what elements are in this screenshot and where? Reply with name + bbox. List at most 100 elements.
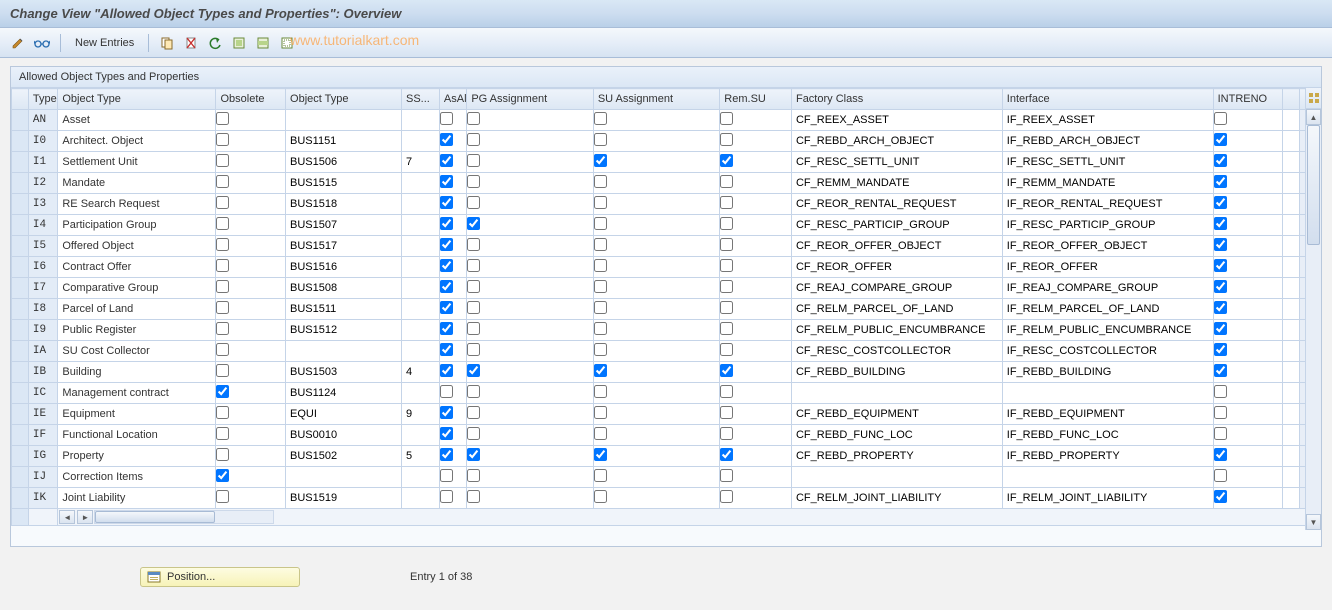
- pg-assignment-checkbox[interactable]: [467, 133, 480, 146]
- bus-type-input[interactable]: [286, 110, 401, 130]
- interface-input[interactable]: [1003, 194, 1213, 214]
- remsu-checkbox[interactable]: [720, 112, 733, 125]
- interface-cell[interactable]: [1002, 110, 1213, 131]
- ss-input[interactable]: [402, 362, 439, 382]
- select-all-icon[interactable]: [229, 33, 249, 53]
- row-selector[interactable]: [12, 194, 29, 215]
- factory-class-input[interactable]: [792, 131, 1002, 151]
- obsolete-checkbox[interactable]: [216, 154, 229, 167]
- obsolete-checkbox[interactable]: [216, 364, 229, 377]
- remsu-checkbox[interactable]: [720, 301, 733, 314]
- su-assignment-checkbox[interactable]: [594, 469, 607, 482]
- su-assignment-checkbox[interactable]: [594, 343, 607, 356]
- remsu-checkbox[interactable]: [720, 154, 733, 167]
- row-selector[interactable]: [12, 299, 29, 320]
- obsolete-checkbox[interactable]: [216, 175, 229, 188]
- su-assignment-checkbox[interactable]: [594, 133, 607, 146]
- factory-class-cell[interactable]: [791, 404, 1002, 425]
- column-header-obsolete[interactable]: Obsolete: [216, 89, 286, 110]
- factory-class-input[interactable]: [792, 257, 1002, 277]
- factory-class-input[interactable]: [792, 362, 1002, 382]
- su-assignment-checkbox[interactable]: [594, 301, 607, 314]
- bus-type-input[interactable]: [286, 341, 401, 361]
- row-selector[interactable]: [12, 362, 29, 383]
- ss-input[interactable]: [402, 425, 439, 445]
- ss-input[interactable]: [402, 488, 439, 508]
- ss-cell[interactable]: [401, 467, 439, 488]
- remsu-checkbox[interactable]: [720, 217, 733, 230]
- factory-class-input[interactable]: [792, 488, 1002, 508]
- ss-input[interactable]: [402, 173, 439, 193]
- ss-cell[interactable]: [401, 299, 439, 320]
- ss-input[interactable]: [402, 215, 439, 235]
- bus-type-cell[interactable]: [286, 341, 402, 362]
- interface-cell[interactable]: [1002, 299, 1213, 320]
- bus-type-input[interactable]: [286, 425, 401, 445]
- interface-input[interactable]: [1003, 236, 1213, 256]
- su-assignment-checkbox[interactable]: [594, 238, 607, 251]
- interface-cell[interactable]: [1002, 152, 1213, 173]
- bus-type-input[interactable]: [286, 257, 401, 277]
- row-selector[interactable]: [12, 341, 29, 362]
- factory-class-input[interactable]: [792, 341, 1002, 361]
- intreno-checkbox[interactable]: [1214, 448, 1227, 461]
- select-block-icon[interactable]: [253, 33, 273, 53]
- obsolete-checkbox[interactable]: [216, 133, 229, 146]
- vscroll-track[interactable]: [1306, 125, 1321, 514]
- asal-checkbox[interactable]: [440, 154, 453, 167]
- su-assignment-checkbox[interactable]: [594, 448, 607, 461]
- obsolete-checkbox[interactable]: [216, 322, 229, 335]
- intreno-checkbox[interactable]: [1214, 490, 1227, 503]
- ss-cell[interactable]: [401, 383, 439, 404]
- obsolete-checkbox[interactable]: [216, 469, 229, 482]
- factory-class-cell[interactable]: [791, 341, 1002, 362]
- interface-input[interactable]: [1003, 425, 1213, 445]
- pg-assignment-checkbox[interactable]: [467, 322, 480, 335]
- factory-class-input[interactable]: [792, 110, 1002, 130]
- asal-checkbox[interactable]: [440, 175, 453, 188]
- intreno-checkbox[interactable]: [1214, 112, 1227, 125]
- bus-type-input[interactable]: [286, 236, 401, 256]
- row-selector[interactable]: [12, 320, 29, 341]
- copy-as-icon[interactable]: [157, 33, 177, 53]
- intreno-checkbox[interactable]: [1214, 343, 1227, 356]
- interface-cell[interactable]: [1002, 173, 1213, 194]
- remsu-checkbox[interactable]: [720, 259, 733, 272]
- bus-type-cell[interactable]: [286, 110, 402, 131]
- asal-checkbox[interactable]: [440, 448, 453, 461]
- ss-cell[interactable]: [401, 110, 439, 131]
- delete-icon[interactable]: [181, 33, 201, 53]
- intreno-checkbox[interactable]: [1214, 406, 1227, 419]
- row-selector[interactable]: [12, 467, 29, 488]
- column-header-su-assignment[interactable]: SU Assignment: [593, 89, 719, 110]
- ss-input[interactable]: [402, 152, 439, 172]
- factory-class-input[interactable]: [792, 299, 1002, 319]
- remsu-checkbox[interactable]: [720, 469, 733, 482]
- interface-input[interactable]: [1003, 467, 1213, 487]
- row-selector[interactable]: [12, 215, 29, 236]
- obsolete-checkbox[interactable]: [216, 385, 229, 398]
- position-button[interactable]: Position...: [140, 567, 300, 587]
- intreno-checkbox[interactable]: [1214, 217, 1227, 230]
- su-assignment-checkbox[interactable]: [594, 406, 607, 419]
- remsu-checkbox[interactable]: [720, 280, 733, 293]
- bus-type-cell[interactable]: [286, 425, 402, 446]
- interface-cell[interactable]: [1002, 236, 1213, 257]
- bus-type-input[interactable]: [286, 215, 401, 235]
- bus-type-input[interactable]: [286, 467, 401, 487]
- obsolete-checkbox[interactable]: [216, 259, 229, 272]
- pg-assignment-checkbox[interactable]: [467, 175, 480, 188]
- asal-checkbox[interactable]: [440, 490, 453, 503]
- su-assignment-checkbox[interactable]: [594, 427, 607, 440]
- remsu-checkbox[interactable]: [720, 196, 733, 209]
- interface-cell[interactable]: [1002, 341, 1213, 362]
- bus-type-input[interactable]: [286, 299, 401, 319]
- bus-type-input[interactable]: [286, 362, 401, 382]
- pg-assignment-checkbox[interactable]: [467, 364, 480, 377]
- ss-cell[interactable]: [401, 278, 439, 299]
- remsu-checkbox[interactable]: [720, 385, 733, 398]
- ss-cell[interactable]: [401, 320, 439, 341]
- interface-input[interactable]: [1003, 383, 1213, 403]
- intreno-checkbox[interactable]: [1214, 322, 1227, 335]
- interface-cell[interactable]: [1002, 362, 1213, 383]
